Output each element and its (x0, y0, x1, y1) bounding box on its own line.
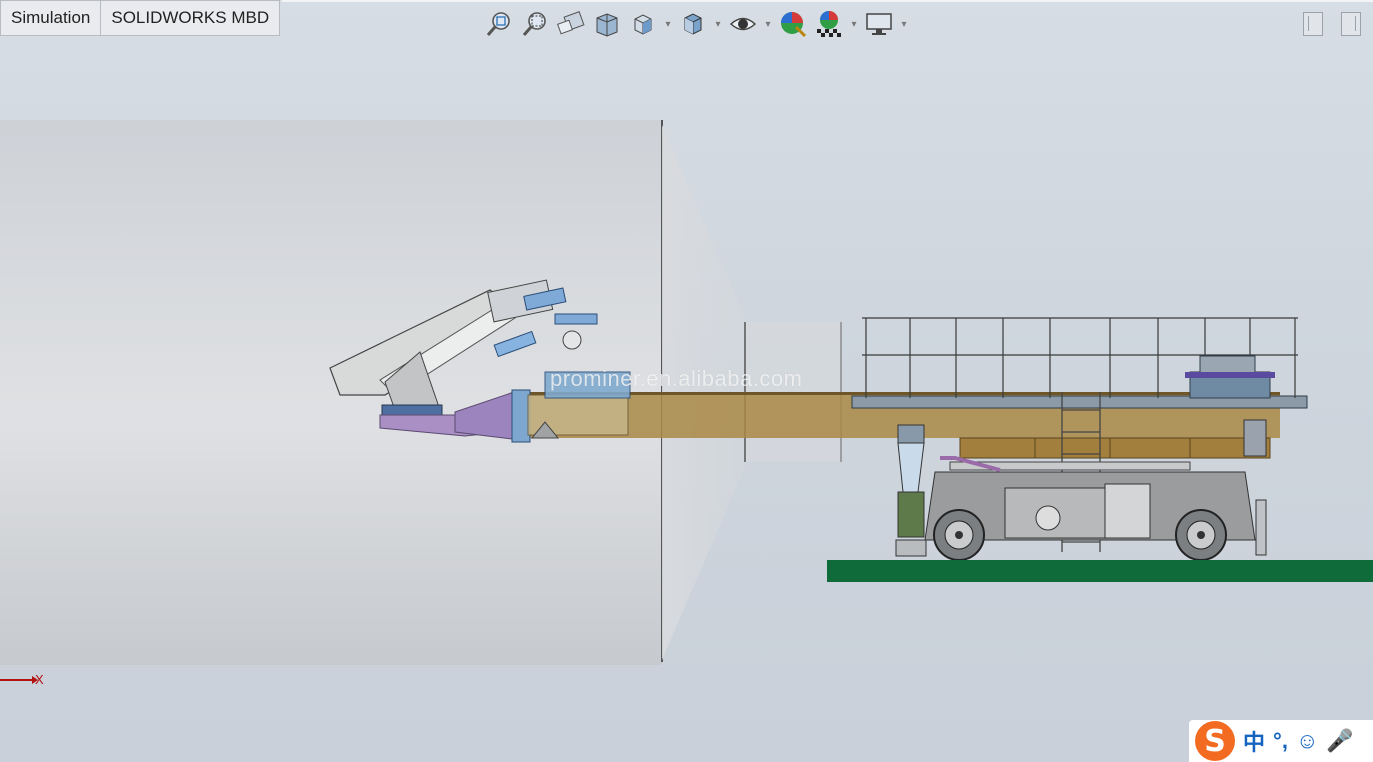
ground-plane (827, 560, 1373, 582)
wheel-rear (1175, 509, 1227, 561)
watermark-text: prominer.en.alibaba.com (550, 366, 803, 391)
x-axis-label: X (35, 672, 44, 687)
sogou-logo-icon[interactable]: S (1195, 721, 1235, 761)
wheel-front (933, 509, 985, 561)
emoji-icon[interactable]: ☺ (1296, 728, 1318, 754)
ime-language-toggle[interactable]: 中 (1243, 725, 1265, 757)
ime-toolbar: S 中 °, ☺ 🎤 (1189, 720, 1373, 762)
microphone-icon[interactable]: 🎤 (1326, 728, 1353, 754)
ime-punctuation-toggle[interactable]: °, (1273, 728, 1288, 754)
axis-triad (0, 676, 38, 684)
front-jack (895, 424, 927, 557)
